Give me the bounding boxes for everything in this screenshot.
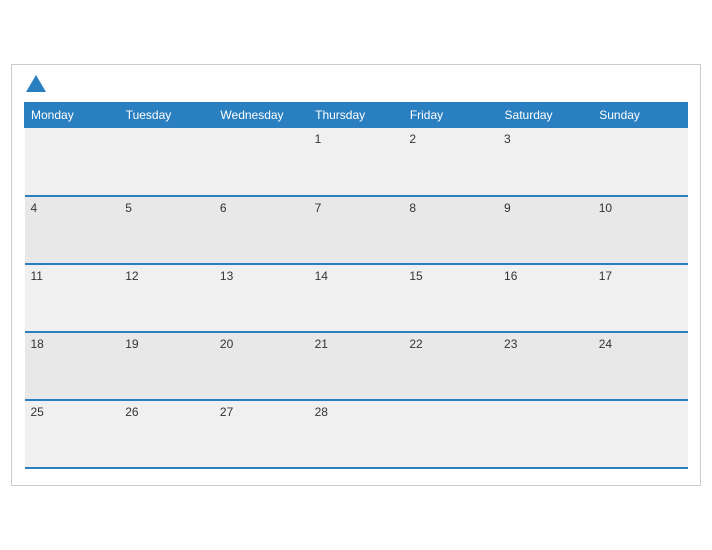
day-number-16: 16 [504,269,517,283]
calendar-empty-4-4 [403,400,498,468]
day-number-4: 4 [31,201,38,215]
calendar-day-27: 27 [214,400,309,468]
calendar-day-14: 14 [309,264,404,332]
calendar-header-row: MondayTuesdayWednesdayThursdayFridaySatu… [25,103,688,128]
calendar-empty-0-2 [214,128,309,196]
calendar-container: MondayTuesdayWednesdayThursdayFridaySatu… [11,64,701,486]
day-number-15: 15 [409,269,422,283]
weekday-header-sunday: Sunday [593,103,688,128]
calendar-day-24: 24 [593,332,688,400]
weekday-header-saturday: Saturday [498,103,593,128]
day-number-7: 7 [315,201,322,215]
calendar-week-4: 18 19 20 21 22 23 24 [25,332,688,400]
logo-area [24,75,46,94]
calendar-day-1: 1 [309,128,404,196]
calendar-grid: MondayTuesdayWednesdayThursdayFridaySatu… [24,102,688,469]
calendar-week-2: 4 5 6 7 8 9 10 [25,196,688,264]
day-number-10: 10 [599,201,612,215]
calendar-day-18: 18 [25,332,120,400]
day-number-27: 27 [220,405,233,419]
day-number-2: 2 [409,132,416,146]
logo-block [24,75,46,94]
calendar-day-2: 2 [403,128,498,196]
logo-row [24,75,46,94]
day-number-23: 23 [504,337,517,351]
calendar-day-11: 11 [25,264,120,332]
calendar-day-17: 17 [593,264,688,332]
weekday-header-monday: Monday [25,103,120,128]
calendar-day-3: 3 [498,128,593,196]
day-number-14: 14 [315,269,328,283]
calendar-week-1: 1 2 3 [25,128,688,196]
day-number-21: 21 [315,337,328,351]
day-number-20: 20 [220,337,233,351]
day-number-22: 22 [409,337,422,351]
day-number-12: 12 [125,269,138,283]
calendar-day-26: 26 [119,400,214,468]
calendar-day-28: 28 [309,400,404,468]
calendar-body: 1234567891011121314151617181920212223242… [25,128,688,468]
calendar-empty-4-5 [498,400,593,468]
day-number-5: 5 [125,201,132,215]
day-number-11: 11 [31,269,43,283]
calendar-day-21: 21 [309,332,404,400]
day-number-28: 28 [315,405,328,419]
calendar-week-5: 25 26 27 28 [25,400,688,468]
day-number-8: 8 [409,201,416,215]
calendar-day-4: 4 [25,196,120,264]
day-number-1: 1 [315,132,322,146]
weekday-header-thursday: Thursday [309,103,404,128]
day-number-25: 25 [31,405,44,419]
weekday-header-wednesday: Wednesday [214,103,309,128]
calendar-day-7: 7 [309,196,404,264]
calendar-day-15: 15 [403,264,498,332]
calendar-day-8: 8 [403,196,498,264]
day-number-9: 9 [504,201,511,215]
weekday-header-row: MondayTuesdayWednesdayThursdayFridaySatu… [25,103,688,128]
day-number-18: 18 [31,337,44,351]
weekday-header-friday: Friday [403,103,498,128]
calendar-day-9: 9 [498,196,593,264]
calendar-day-16: 16 [498,264,593,332]
day-number-26: 26 [125,405,138,419]
calendar-day-25: 25 [25,400,120,468]
calendar-day-20: 20 [214,332,309,400]
calendar-day-13: 13 [214,264,309,332]
calendar-empty-0-0 [25,128,120,196]
day-number-19: 19 [125,337,138,351]
calendar-week-3: 11 12 13 14 15 16 17 [25,264,688,332]
calendar-header [24,75,688,94]
calendar-day-10: 10 [593,196,688,264]
calendar-empty-4-6 [593,400,688,468]
calendar-day-19: 19 [119,332,214,400]
calendar-day-23: 23 [498,332,593,400]
day-number-3: 3 [504,132,511,146]
weekday-header-tuesday: Tuesday [119,103,214,128]
day-number-17: 17 [599,269,612,283]
day-number-24: 24 [599,337,612,351]
logo-triangle-icon [26,75,46,92]
calendar-empty-0-1 [119,128,214,196]
day-number-13: 13 [220,269,233,283]
calendar-day-22: 22 [403,332,498,400]
day-number-6: 6 [220,201,227,215]
calendar-day-12: 12 [119,264,214,332]
calendar-empty-0-6 [593,128,688,196]
calendar-day-5: 5 [119,196,214,264]
calendar-day-6: 6 [214,196,309,264]
